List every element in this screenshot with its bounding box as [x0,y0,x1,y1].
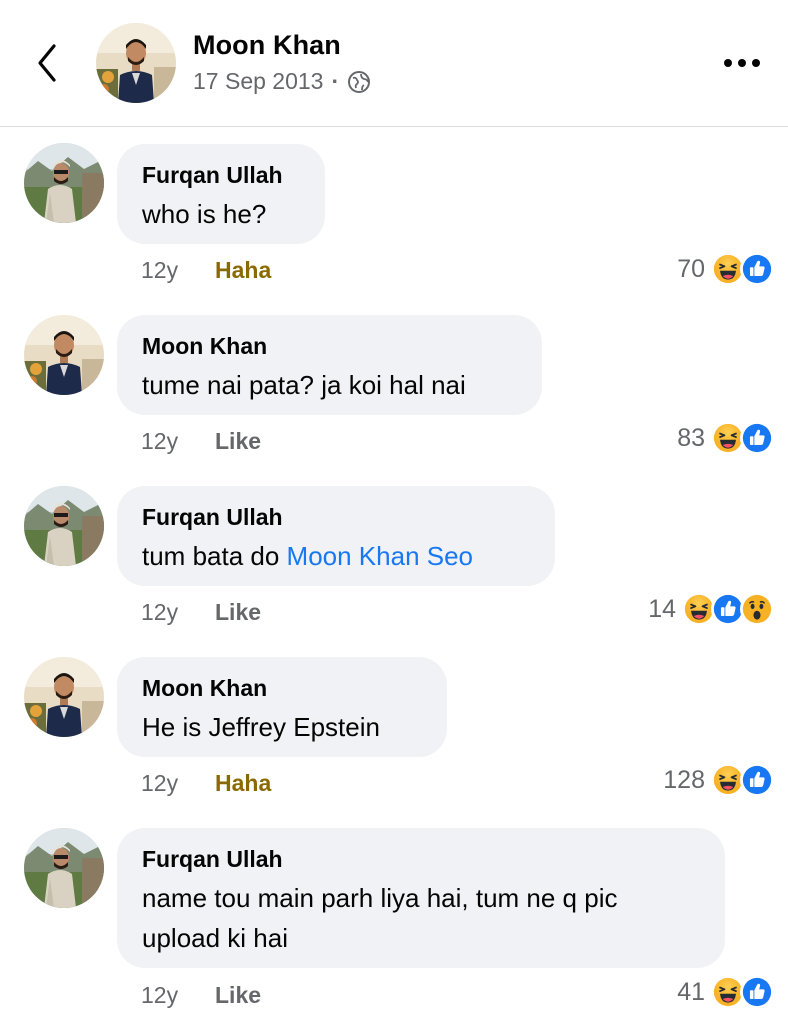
comment-text: tum bata do Moon Khan Seo [142,536,530,576]
comment-bubble[interactable]: Furqan Ullah tum bata do Moon Khan Seo [117,486,555,586]
like-button[interactable]: Like [215,599,261,626]
avatar[interactable] [24,315,104,395]
like-button[interactable]: Like [215,982,261,1009]
avatar[interactable] [24,143,104,223]
chevron-left-icon [38,44,56,82]
post-date[interactable]: 17 Sep 2013 [193,68,323,95]
comment-text-prefix: tum bata do [142,541,287,571]
comment-actions: 12y Haha [141,254,271,286]
avatar[interactable] [24,828,104,908]
like-icon [740,763,774,797]
reaction-summary[interactable]: 128 [663,763,774,797]
reaction-count: 14 [648,594,676,623]
comment-time[interactable]: 12y [141,257,215,284]
comment-actions: 12y Haha [141,767,271,799]
comment-text-line1: name tou main parh liya hai, tum ne q pi… [142,883,618,913]
reaction-summary[interactable]: 83 [677,421,774,455]
page-title[interactable]: Moon Khan [193,30,341,61]
comment-time[interactable]: 12y [141,599,215,626]
comment-author[interactable]: Moon Khan [142,331,517,361]
comment-actions: 12y Like [141,596,261,628]
like-button[interactable]: Like [215,428,261,455]
comment-time[interactable]: 12y [141,770,215,797]
comment-author[interactable]: Furqan Ullah [142,844,700,874]
post-header: Moon Khan 17 Sep 2013 · [0,0,788,127]
comment-bubble[interactable]: Moon Khan He is Jeffrey Epstein [117,657,447,757]
comment-time[interactable]: 12y [141,428,215,455]
comment-time[interactable]: 12y [141,982,215,1009]
comment-bubble[interactable]: Furqan Ullah name tou main parh liya hai… [117,828,725,968]
comment-text-line2: upload ki hai [142,923,288,953]
comment-author[interactable]: Furqan Ullah [142,160,300,190]
reaction-summary[interactable]: 14 [648,592,774,626]
comment-text: tume nai pata? ja koi hal nai [142,370,466,400]
reaction-count: 128 [663,765,705,794]
comment-actions: 12y Like [141,425,261,457]
more-horizontal-icon [724,59,760,67]
more-options-button[interactable] [718,46,766,80]
comment-author[interactable]: Furqan Ullah [142,502,530,532]
comment-author[interactable]: Moon Khan [142,673,422,703]
wow-icon [740,592,774,626]
reaction-summary[interactable]: 70 [677,252,774,286]
like-icon [740,252,774,286]
back-button[interactable] [30,40,64,86]
meta-separator: · [331,68,340,94]
like-icon [740,975,774,1009]
avatar[interactable] [24,657,104,737]
post-meta: 17 Sep 2013 · [193,68,371,95]
mention-link[interactable]: Moon Khan Seo [287,541,473,571]
avatar[interactable] [96,23,176,103]
reaction-summary[interactable]: 41 [677,975,774,1009]
haha-button[interactable]: Haha [215,257,271,284]
like-icon [740,421,774,455]
comment-text: He is Jeffrey Epstein [142,712,380,742]
avatar[interactable] [24,486,104,566]
comment-text: who is he? [142,199,267,229]
reaction-count: 41 [677,977,705,1006]
reaction-count: 83 [677,423,705,452]
haha-button[interactable]: Haha [215,770,271,797]
reaction-count: 70 [677,254,705,283]
globe-icon [348,70,371,93]
comment-bubble[interactable]: Moon Khan tume nai pata? ja koi hal nai [117,315,542,415]
comment-bubble[interactable]: Furqan Ullah who is he? [117,144,325,244]
comment-actions: 12y Like [141,979,261,1011]
